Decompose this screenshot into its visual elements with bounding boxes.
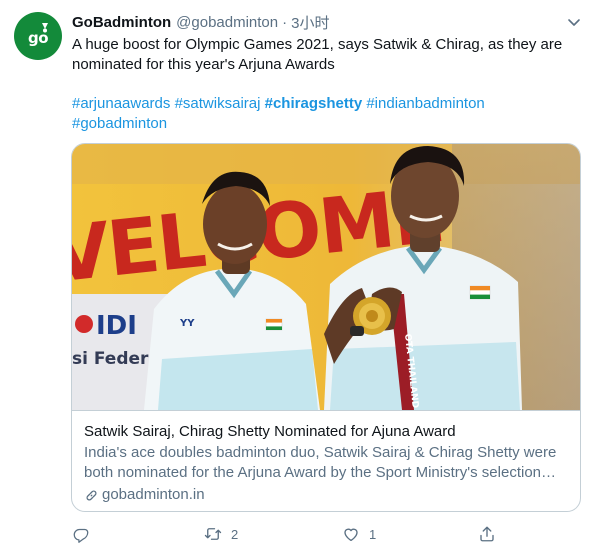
retweet-button[interactable]: 2	[204, 524, 238, 544]
card-description: India's ace doubles badminton duo, Satwi…	[84, 444, 557, 481]
display-name[interactable]: GoBadminton	[72, 14, 171, 31]
separator: ·	[282, 13, 288, 31]
card-domain[interactable]: gobadminton.in	[84, 485, 568, 505]
tweet[interactable]: go GoBadminton @gobadminton · 3小时 A huge…	[0, 0, 592, 552]
tweet-text: A huge boost for Olympic Games 2021, say…	[72, 36, 563, 73]
hashtag-link[interactable]: #arjunaawards	[72, 95, 170, 112]
user-handle[interactable]: @gobadminton	[176, 14, 278, 31]
card-title[interactable]: Satwik Sairaj, Chirag Shetty Nominated f…	[84, 422, 568, 441]
link-preview-card[interactable]: VELCOME IDI si Feder YY	[71, 143, 581, 512]
hashtag-list: #arjunaawards #satwiksairaj #chiragshett…	[72, 94, 577, 133]
chevron-down-icon[interactable]	[565, 13, 583, 31]
action-bar: 2 1	[72, 524, 502, 544]
like-button[interactable]: 1	[342, 524, 376, 544]
shuttlecock-icon	[42, 23, 48, 33]
hashtag-link[interactable]: #gobadminton	[72, 115, 167, 132]
retweet-icon	[204, 528, 222, 540]
like-count: 1	[369, 526, 377, 542]
timestamp[interactable]: 3小时	[291, 12, 329, 33]
hashtag-link[interactable]: #satwiksairaj	[175, 95, 261, 112]
reply-button[interactable]	[72, 524, 99, 544]
link-icon	[86, 490, 97, 500]
avatar[interactable]: go	[14, 12, 62, 60]
tweet-header: GoBadminton @gobadminton · 3小时	[72, 12, 329, 32]
sponsor-subtext: si Feder	[72, 349, 149, 369]
hashtag-link[interactable]: #indianbadminton	[366, 95, 484, 112]
svg-text:YY: YY	[179, 318, 195, 329]
card-meta[interactable]: Satwik Sairaj, Chirag Shetty Nominated f…	[72, 410, 580, 511]
hashtag-link[interactable]: #chiragshetty	[265, 95, 363, 112]
share-icon	[480, 526, 494, 542]
heart-icon	[344, 528, 358, 542]
retweet-count: 2	[231, 526, 239, 542]
card-image[interactable]: VELCOME IDI si Feder YY	[72, 144, 580, 410]
card-domain-text: gobadminton.in	[102, 486, 205, 503]
sponsor-text: IDI	[96, 311, 137, 341]
share-button[interactable]	[478, 524, 505, 544]
reply-icon	[73, 528, 89, 543]
